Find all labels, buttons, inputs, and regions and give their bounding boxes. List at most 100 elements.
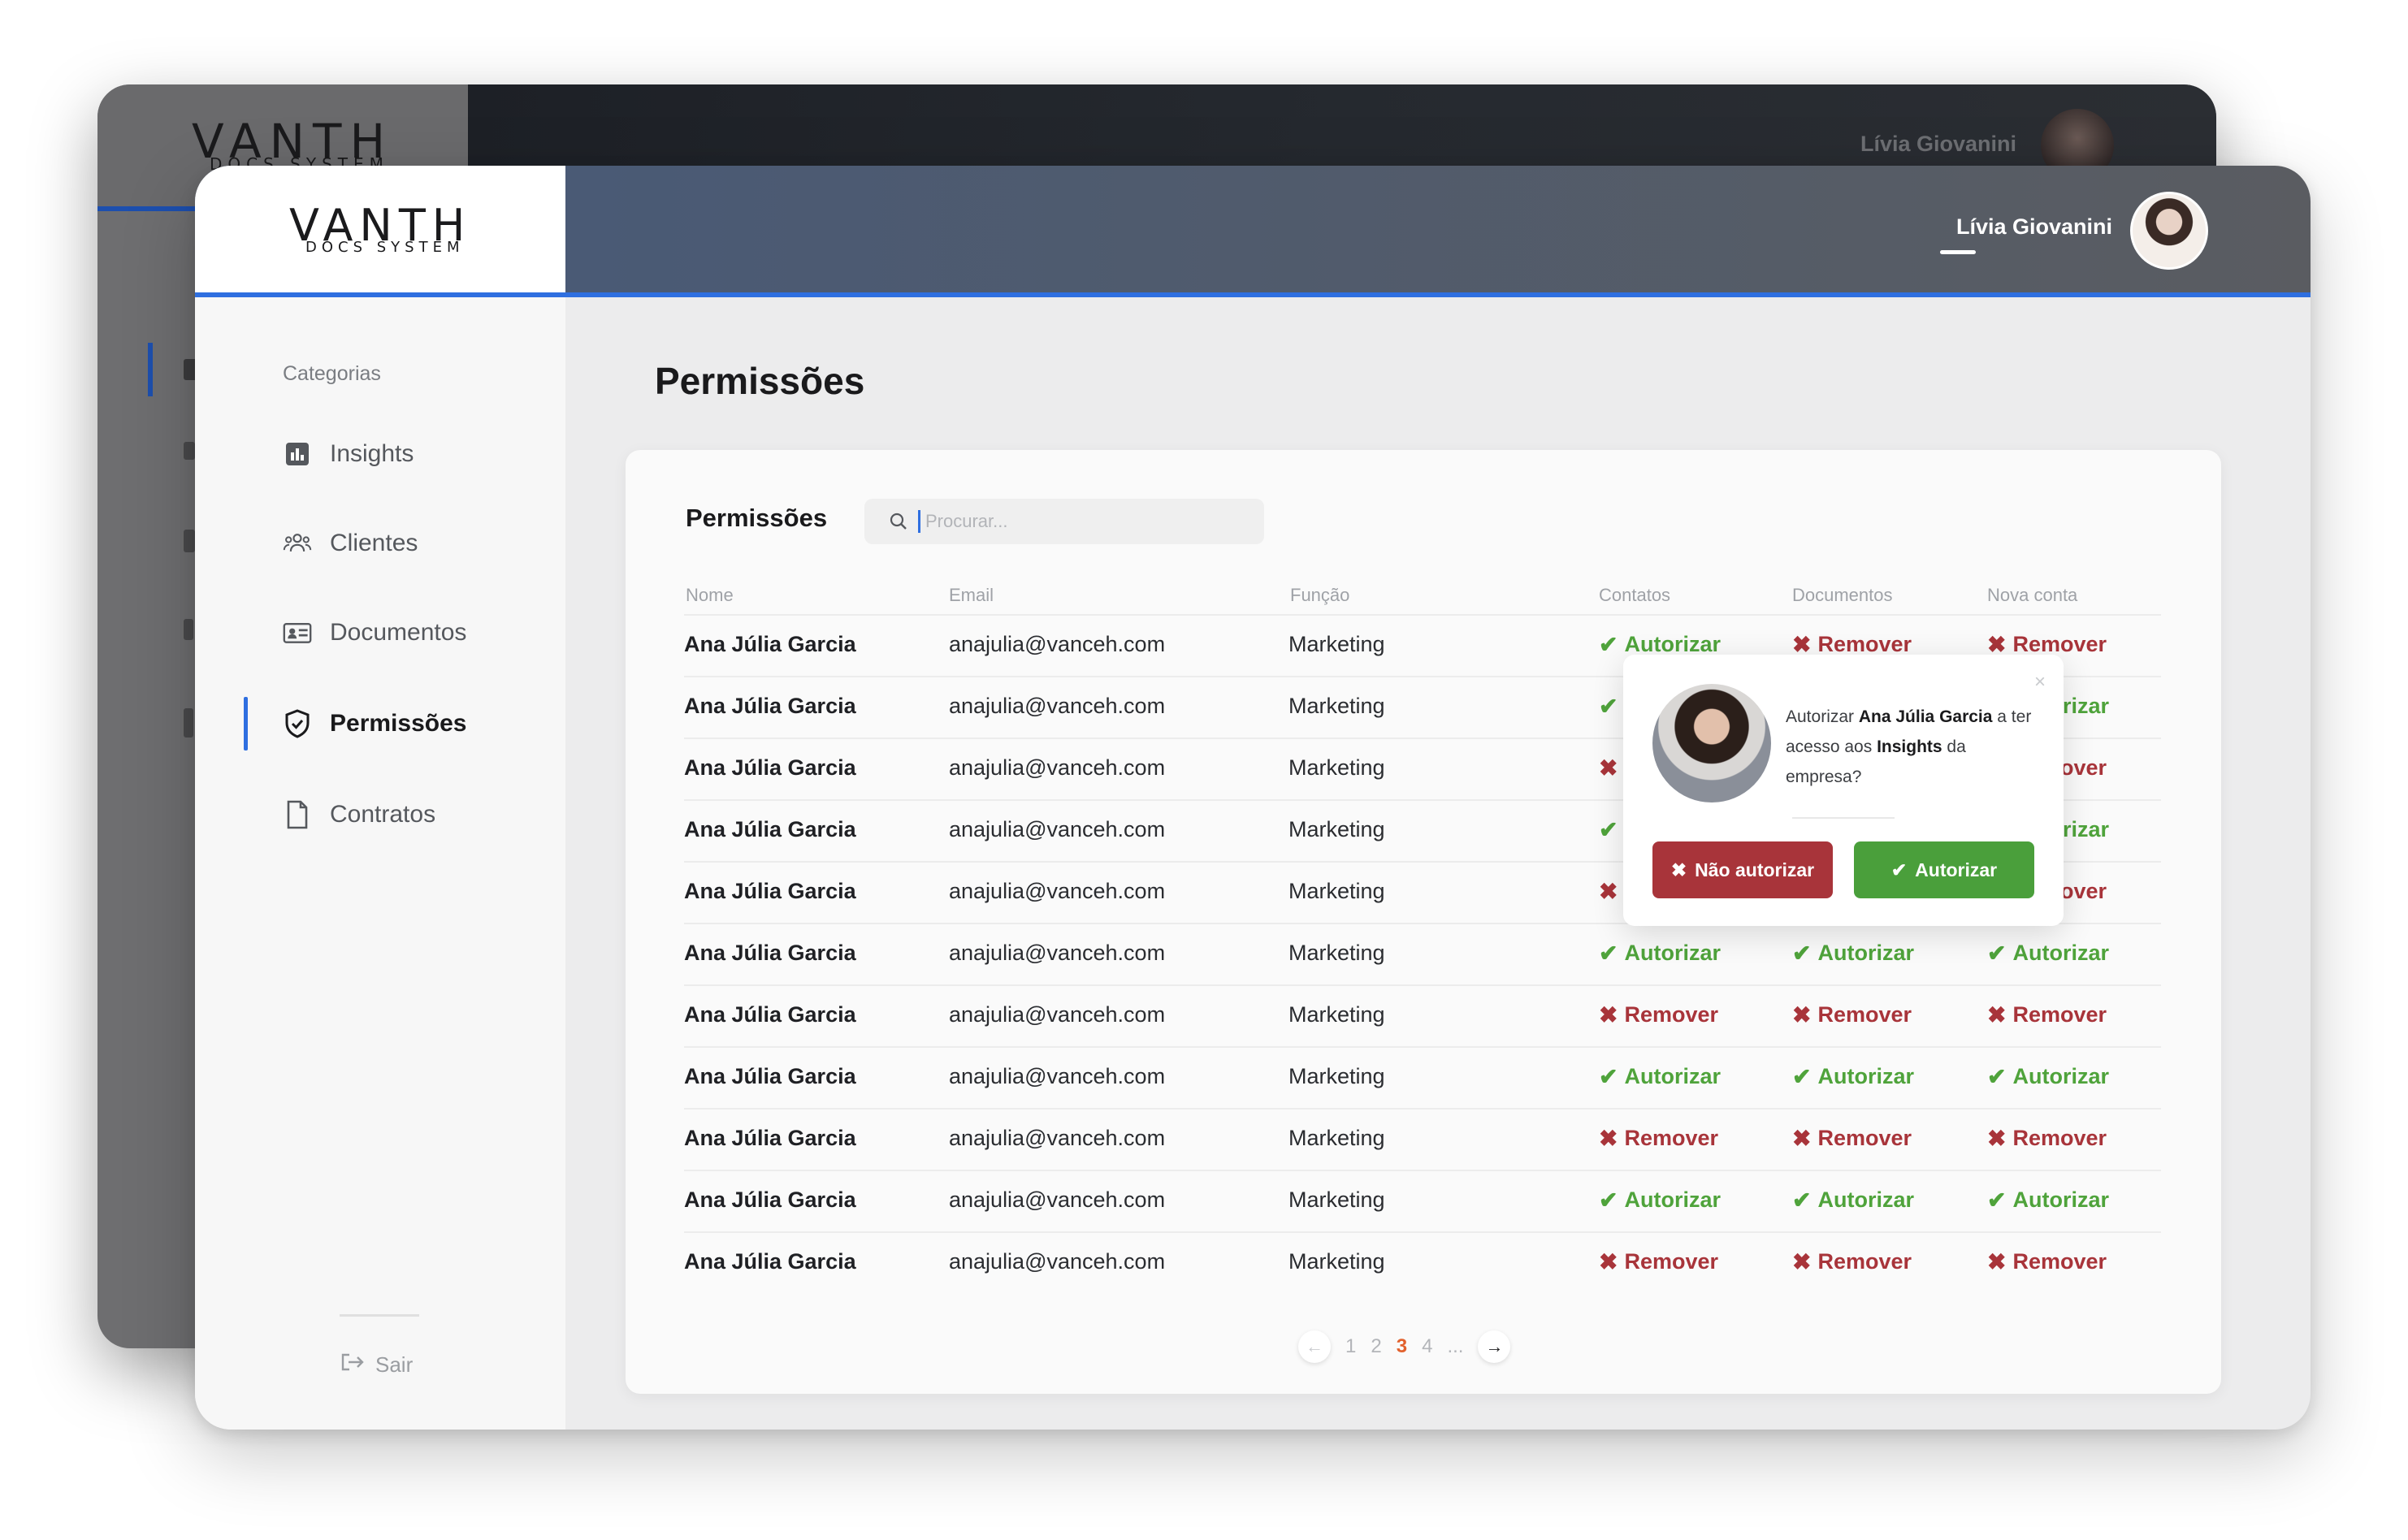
x-icon: ✖ (1599, 1248, 1618, 1274)
background-sidebar-icon (184, 530, 195, 552)
x-icon: ✖ (1987, 1125, 2007, 1151)
row-name: Ana Júlia Garcia (684, 755, 856, 780)
permission-documentos-toggle[interactable]: ✖Remover (1792, 632, 1912, 657)
sidebar-item-label: Contratos (330, 801, 436, 828)
check-icon: ✔ (1599, 940, 1618, 966)
permission-conta-toggle[interactable]: ✔Autorizar (1987, 941, 2109, 966)
check-icon: ✔ (1599, 693, 1618, 719)
row-email: anajulia@vanceh.com (949, 694, 1166, 718)
sidebar-item-label: Documentos (330, 619, 467, 646)
sidebar-item-documentos[interactable]: Documentos (283, 612, 466, 653)
permission-label: Autorizar (1624, 1187, 1721, 1212)
permission-documentos-toggle[interactable]: ✖Remover (1792, 1002, 1912, 1027)
page-3[interactable]: 3 (1397, 1335, 1407, 1358)
row-role: Marketing (1288, 694, 1385, 718)
page-4[interactable]: 4 (1422, 1335, 1432, 1358)
sidebar: Categorias Insights Clientes Documentos (195, 297, 565, 1430)
permission-conta-toggle[interactable]: ✔Autorizar (1987, 1064, 2109, 1089)
search-input[interactable] (918, 510, 1236, 533)
file-icon (283, 800, 312, 829)
logout-label: Sair (375, 1352, 414, 1377)
background-sidebar-icon (184, 442, 195, 460)
permission-contatos-toggle[interactable]: ✖Remover (1599, 1249, 1718, 1274)
logo-box[interactable]: VANTH DOCS SYSTEM (195, 166, 565, 292)
table-row: Ana Júlia Garcia anajulia@vanceh.com Marke… (684, 1231, 2161, 1293)
permission-label: Remover (2012, 1002, 2107, 1027)
permission-label: Remover (1817, 632, 1912, 656)
permission-contatos-toggle[interactable]: ✔Autorizar (1599, 1187, 1721, 1213)
permission-contatos-toggle[interactable]: ✔Autorizar (1599, 632, 1721, 657)
row-role: Marketing (1288, 879, 1385, 903)
check-icon: ✔ (1599, 1063, 1618, 1089)
permission-contatos-toggle[interactable]: ✖Remover (1599, 1002, 1718, 1027)
sidebar-item-label: Permissões (330, 710, 467, 737)
column-header-email: Email (949, 585, 994, 605)
sidebar-item-contratos[interactable]: Contratos (283, 794, 435, 835)
next-page-button[interactable]: → (1478, 1330, 1511, 1363)
sidebar-item-permissoes[interactable]: Permissões (283, 703, 466, 744)
row-name: Ana Júlia Garcia (684, 1249, 856, 1274)
pagination: ← 1 2 3 4 ... → (1298, 1329, 1511, 1365)
permission-documentos-toggle[interactable]: ✔Autorizar (1792, 1064, 1914, 1089)
permission-label: Remover (1817, 1249, 1912, 1274)
background-user-name: Lívia Giovanini (1860, 132, 2016, 156)
permission-contatos-toggle[interactable]: ✔Autorizar (1599, 1064, 1721, 1089)
page-ellipsis: ... (1447, 1335, 1464, 1357)
authorize-button[interactable]: ✔ Autorizar (1854, 841, 2034, 898)
permission-label: Autorizar (1817, 1064, 1914, 1088)
search-icon (889, 512, 908, 531)
row-name: Ana Júlia Garcia (684, 1064, 856, 1088)
background-active-marker (148, 343, 153, 396)
sidebar-item-insights[interactable]: Insights (283, 434, 414, 474)
deny-button-label: Não autorizar (1695, 859, 1815, 880)
row-email: anajulia@vanceh.com (949, 1064, 1166, 1088)
row-email: anajulia@vanceh.com (949, 1126, 1166, 1150)
column-header-funcao: Função (1290, 585, 1350, 605)
column-header-contatos: Contatos (1599, 585, 1671, 605)
permission-contatos-toggle[interactable]: ✔Autorizar (1599, 941, 1721, 966)
permission-conta-toggle[interactable]: ✖Remover (1987, 632, 2107, 657)
sidebar-item-clientes[interactable]: Clientes (283, 523, 418, 564)
permission-documentos-toggle[interactable]: ✔Autorizar (1792, 1187, 1914, 1213)
x-icon: ✖ (1792, 1001, 1812, 1027)
shield-check-icon (283, 709, 312, 738)
row-name: Ana Júlia Garcia (684, 1002, 856, 1027)
sidebar-divider (340, 1314, 419, 1317)
table-row: Ana Júlia Garcia anajulia@vanceh.com Marke… (684, 1046, 2161, 1108)
permission-conta-toggle[interactable]: ✔Autorizar (1987, 1187, 2109, 1213)
row-role: Marketing (1288, 1064, 1385, 1088)
sidebar-item-label: Clientes (330, 530, 418, 556)
deny-button[interactable]: ✖ Não autorizar (1652, 841, 1833, 898)
permission-conta-toggle[interactable]: ✖Remover (1987, 1002, 2107, 1027)
permission-conta-toggle[interactable]: ✖Remover (1987, 1249, 2107, 1274)
table-row: Ana Júlia Garcia anajulia@vanceh.com Marke… (684, 1108, 2161, 1170)
close-icon[interactable]: × (2034, 671, 2046, 694)
user-name[interactable]: Lívia Giovanini (1956, 214, 2112, 240)
user-avatar[interactable] (2130, 192, 2208, 270)
previous-page-button[interactable]: ← (1298, 1330, 1331, 1363)
permission-label: Autorizar (1817, 1187, 1914, 1212)
permission-label: Remover (1817, 1002, 1912, 1027)
x-icon: ✖ (1987, 1001, 2007, 1027)
permission-documentos-toggle[interactable]: ✔Autorizar (1792, 941, 1914, 966)
page-1[interactable]: 1 (1345, 1335, 1356, 1358)
permission-documentos-toggle[interactable]: ✖Remover (1792, 1126, 1912, 1151)
permission-label: Autorizar (1624, 941, 1721, 965)
row-role: Marketing (1288, 1249, 1385, 1274)
permission-contatos-toggle[interactable]: ✖Remover (1599, 1126, 1718, 1151)
permission-label: Autorizar (2012, 941, 2109, 965)
check-icon: ✔ (1987, 940, 2007, 966)
check-icon: ✔ (1890, 859, 1908, 880)
page-2[interactable]: 2 (1371, 1335, 1381, 1358)
table-row: Ana Júlia Garcia anajulia@vanceh.com Marke… (684, 984, 2161, 1046)
id-card-icon (283, 618, 312, 647)
row-role: Marketing (1288, 1002, 1385, 1027)
row-name: Ana Júlia Garcia (684, 1187, 856, 1212)
permission-conta-toggle[interactable]: ✖Remover (1987, 1126, 2107, 1151)
x-icon: ✖ (1792, 1125, 1812, 1151)
permission-label: Remover (1624, 1126, 1719, 1150)
popover-text-prefix: Autorizar (1786, 707, 1859, 726)
permission-documentos-toggle[interactable]: ✖Remover (1792, 1249, 1912, 1274)
page-title: Permissões (655, 360, 865, 402)
logout-button[interactable]: Sair (340, 1352, 413, 1378)
